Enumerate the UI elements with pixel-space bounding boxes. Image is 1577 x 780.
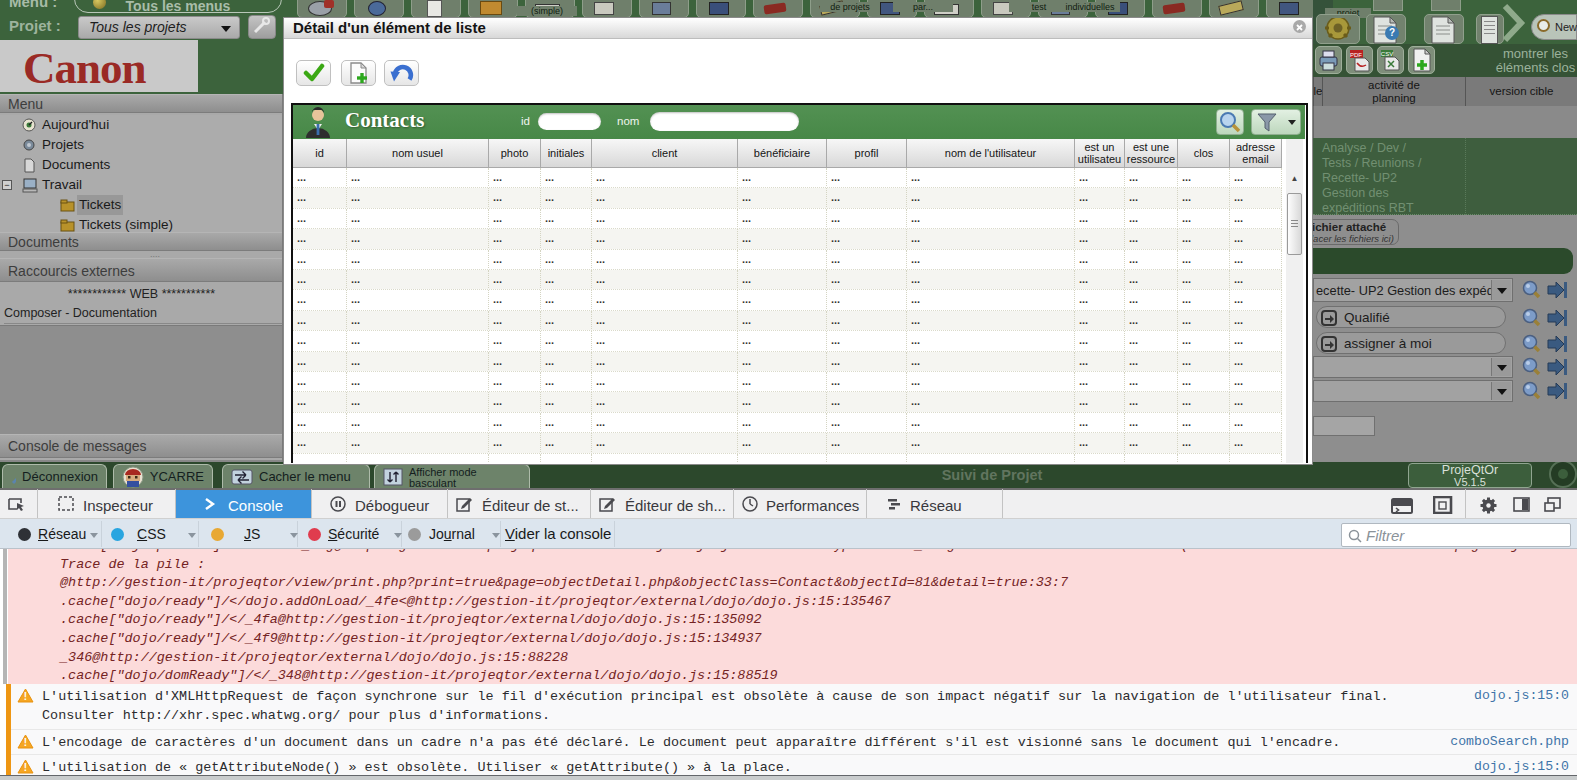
- svg-text:PDF: PDF: [1350, 52, 1362, 58]
- svg-text:CSV: CSV: [1381, 51, 1393, 57]
